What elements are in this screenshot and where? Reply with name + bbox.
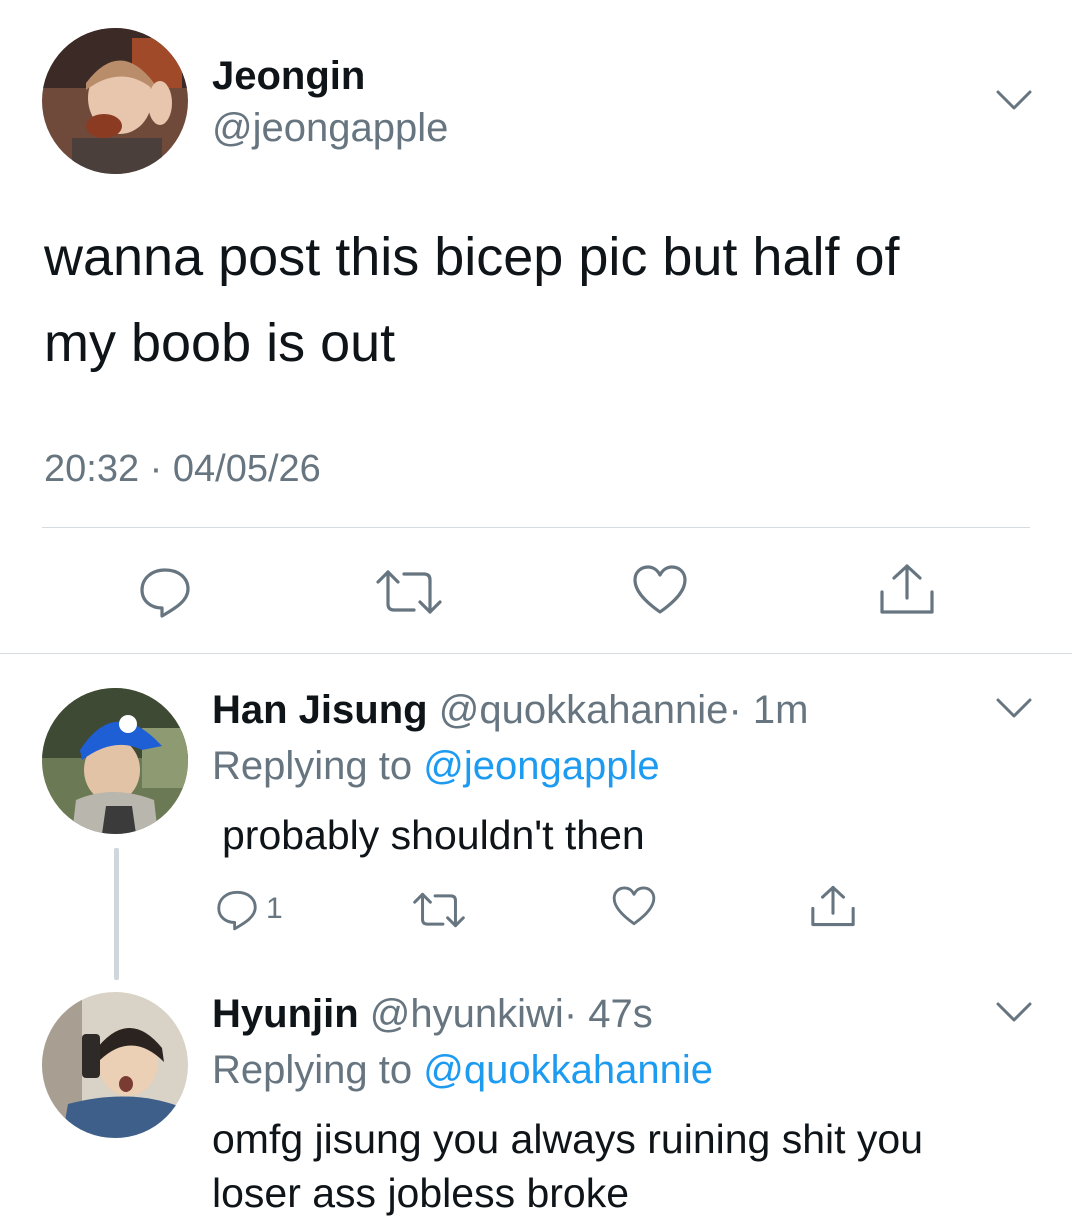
retweet-icon (413, 892, 465, 928)
chevron-down-icon (996, 698, 1032, 718)
replying-to: Replying to @jeongapple (212, 744, 660, 789)
chevron-down-icon[interactable] (992, 692, 1036, 729)
like-icon (633, 565, 687, 614)
author-name[interactable]: Jeongin (212, 54, 365, 99)
share-icon (880, 564, 934, 614)
retweet-button[interactable] (410, 888, 468, 937)
reply-author-handle[interactable]: @quokkahannie (439, 688, 729, 732)
chevron-down-icon[interactable] (992, 996, 1036, 1033)
share-icon (811, 885, 855, 927)
avatar-image (42, 992, 188, 1138)
share-button[interactable] (876, 560, 938, 623)
retweet-icon (376, 570, 442, 614)
reply-author-handle[interactable]: @hyunkiwi (370, 992, 564, 1036)
replying-to-label: Replying to (212, 744, 413, 788)
reply-text: probably shouldn't then (222, 812, 645, 858)
chevron-down-icon[interactable] (992, 84, 1036, 121)
reply-header: Hyunjin @hyunkiwi· 47s (212, 992, 653, 1037)
tweet-text-line: wanna post this bicep pic but half of (44, 227, 900, 287)
reply-text-line: loser ass jobless broke (212, 1170, 630, 1216)
reply-header: Han Jisung @quokkahannie· 1m (212, 688, 808, 733)
replying-to-handle[interactable]: @quokkahannie (423, 1048, 713, 1092)
retweet-button[interactable] (372, 564, 446, 625)
like-button[interactable] (610, 884, 658, 935)
avatar-image (42, 28, 188, 174)
reply-button[interactable]: 1 (214, 886, 283, 932)
share-button[interactable] (808, 882, 858, 935)
tweet-timestamp[interactable]: 20:32 · 04/05/26 (44, 448, 321, 491)
reply-author-avatar[interactable] (42, 992, 188, 1138)
divider (42, 527, 1030, 528)
author-handle[interactable]: @jeongapple (212, 106, 448, 151)
thread-line (114, 848, 119, 980)
reply-icon (217, 890, 257, 931)
reply-author-name[interactable]: Han Jisung (212, 688, 428, 732)
reply-author-avatar[interactable] (42, 688, 188, 834)
reply-text-line: omfg jisung you always ruining shit you (212, 1116, 924, 1162)
divider (0, 653, 1072, 654)
reply-button[interactable] (136, 562, 194, 625)
reply-time[interactable]: · 1m (728, 688, 808, 732)
tweet-text-line: my boob is out (44, 313, 396, 373)
author-avatar[interactable] (42, 28, 188, 174)
replying-to-handle[interactable]: @jeongapple (423, 744, 659, 788)
like-icon (612, 886, 656, 926)
reply-time[interactable]: · 47s (564, 992, 653, 1036)
like-button[interactable] (630, 562, 690, 625)
reply-author-name[interactable]: Hyunjin (212, 992, 359, 1036)
reply-icon (140, 568, 190, 618)
chevron-down-icon (996, 1002, 1032, 1022)
avatar-image (42, 688, 188, 834)
replying-to: Replying to @quokkahannie (212, 1048, 713, 1093)
replying-to-label: Replying to (212, 1048, 413, 1092)
reply-count: 1 (266, 892, 283, 925)
chevron-down-icon (996, 90, 1032, 110)
